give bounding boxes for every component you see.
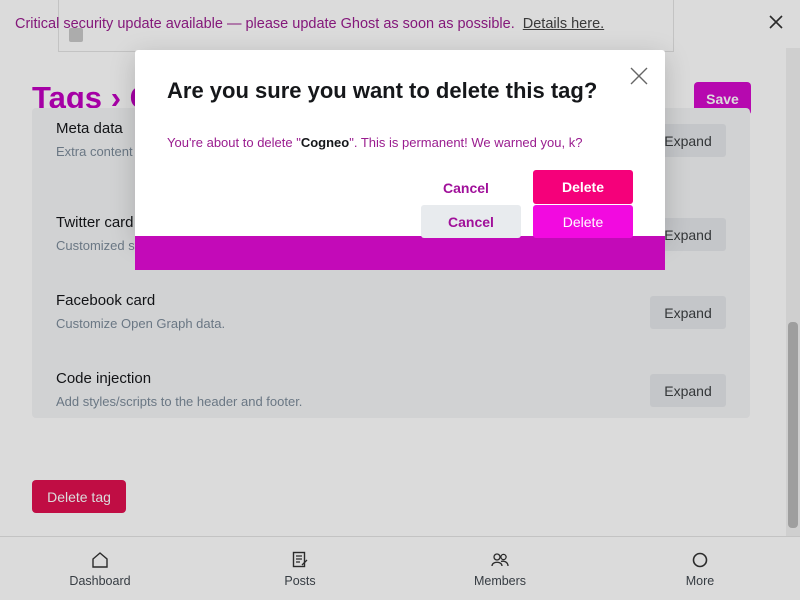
message-suffix: ". This is permanent! We warned you, k? <box>349 135 583 150</box>
modal-title: Are you sure you want to delete this tag… <box>167 78 598 103</box>
tag-name: Cogneo <box>300 135 350 150</box>
delete-button-secondary[interactable]: Delete <box>533 205 633 238</box>
modal-footer-bar <box>135 236 665 270</box>
confirm-delete-button[interactable]: Delete <box>533 170 633 204</box>
message-prefix: You're about to delete " <box>167 135 301 150</box>
modal-message: You're about to delete "Cogneo". This is… <box>167 132 637 154</box>
cancel-button[interactable]: Cancel <box>443 180 489 196</box>
cancel-button-secondary[interactable]: Cancel <box>421 205 521 238</box>
close-icon[interactable] <box>627 64 651 88</box>
